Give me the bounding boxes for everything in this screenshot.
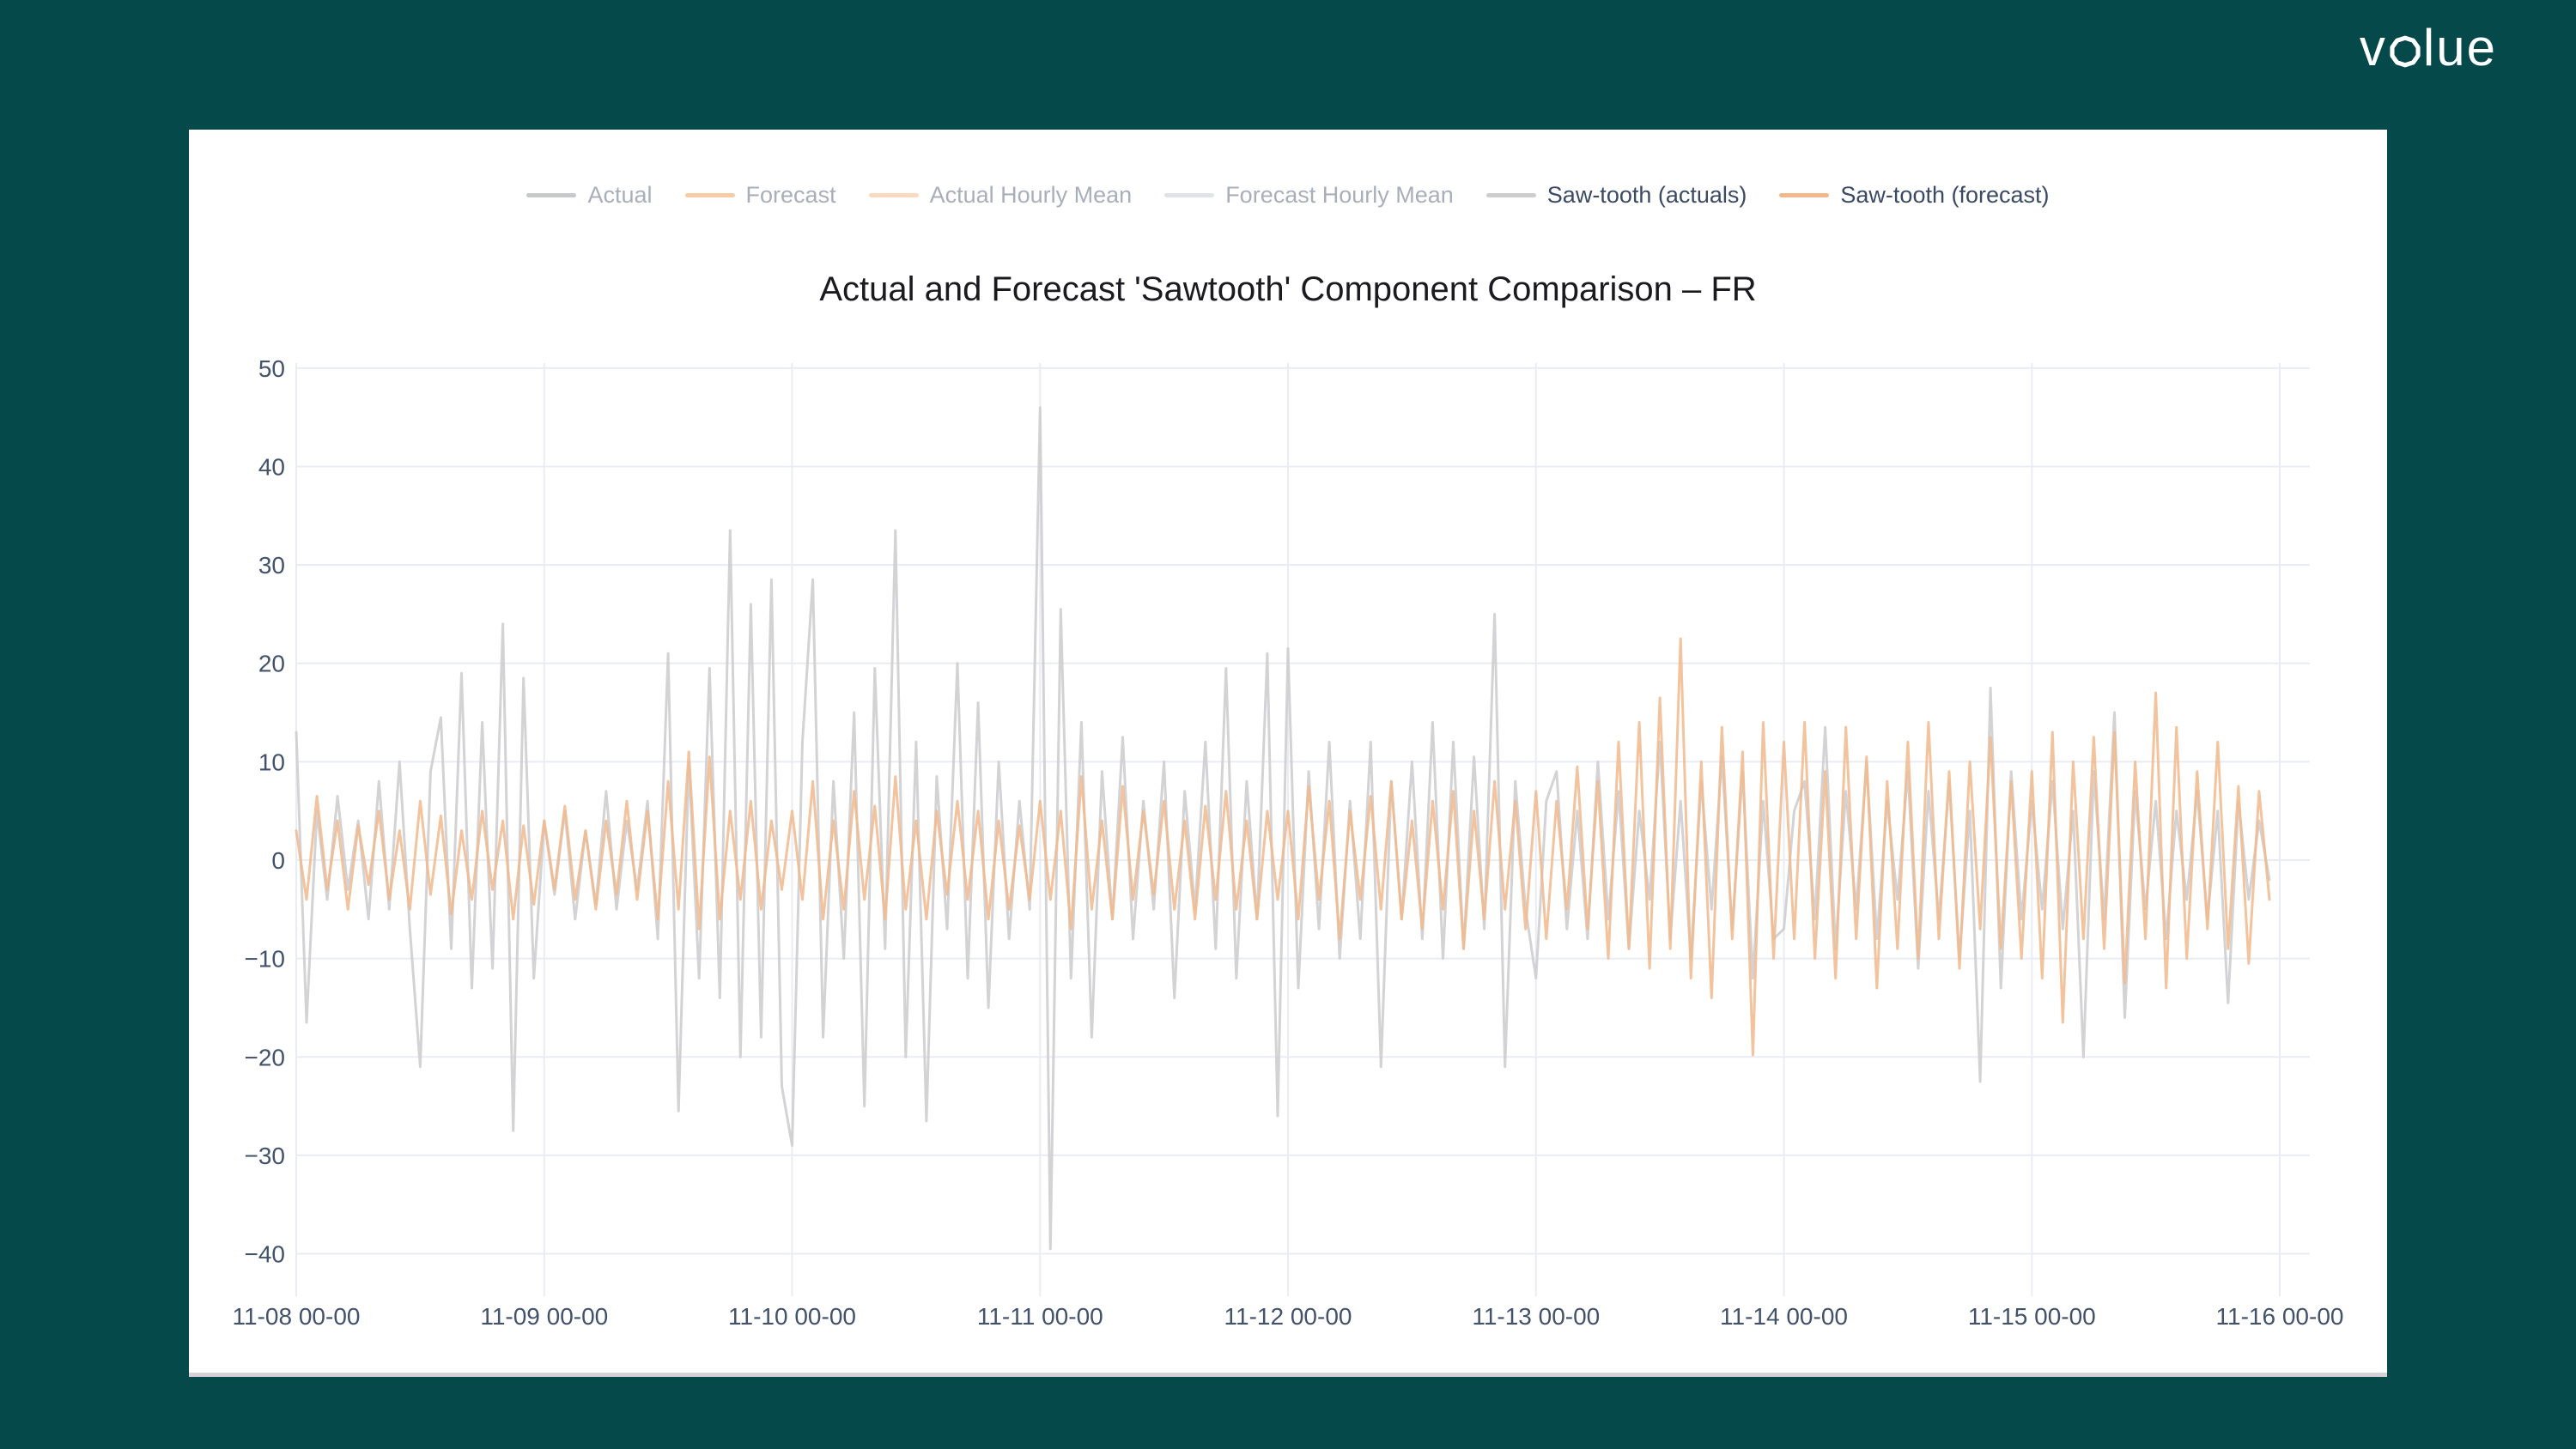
legend-label: Forecast Hourly Mean <box>1225 181 1454 209</box>
legend-label: Actual <box>587 181 652 209</box>
y-axis-tick-label: 50 <box>258 355 285 382</box>
y-axis-tick-label: 0 <box>271 847 285 874</box>
x-axis-tick-label: 11-14 00-00 <box>1720 1303 1848 1330</box>
legend-item-forecast[interactable]: Forecast <box>685 181 836 209</box>
series-line-saw-tooth-forecast <box>296 639 2269 1055</box>
plot-area[interactable]: 50 40 30 20 10 0 −10 −20 −30 −40 11-08 00-00 11-09 … <box>189 130 2387 1377</box>
chart-card: 50 40 30 20 10 0 −10 −20 −30 −40 11-08 00-00 11-09 … <box>189 130 2387 1377</box>
card-bottom-strip <box>189 1373 2387 1377</box>
x-axis-tick-label: 11-12 00-00 <box>1224 1303 1352 1330</box>
legend-swatch <box>685 193 735 197</box>
y-axis-tick-label: 10 <box>258 749 285 775</box>
x-axis-tick-label: 11-16 00-00 <box>2216 1303 2344 1330</box>
legend-label: Saw-tooth (actuals) <box>1547 181 1747 209</box>
legend-swatch <box>1486 193 1536 197</box>
y-axis-tick-label: 30 <box>258 552 285 579</box>
y-axis-tick-labels: 50 40 30 20 10 0 −10 −20 −30 −40 <box>245 355 286 1268</box>
x-axis-tick-label: 11-11 00-00 <box>977 1303 1103 1330</box>
x-axis-tick-label: 11-13 00-00 <box>1472 1303 1600 1330</box>
x-axis-tick-label: 11-15 00-00 <box>1968 1303 2096 1330</box>
legend-item-saw-tooth-forecast[interactable]: Saw-tooth (forecast) <box>1779 181 2049 209</box>
x-axis-tick-labels: 11-08 00-00 11-09 00-00 11-10 00-00 11-11 0… <box>233 1303 2344 1330</box>
x-axis-tick-label: 11-09 00-00 <box>480 1303 608 1330</box>
logo-text-v: v <box>2360 22 2387 74</box>
legend-item-actual-hourly-mean[interactable]: Actual Hourly Mean <box>869 181 1133 209</box>
y-axis-tick-label: −30 <box>245 1143 286 1169</box>
chart-title: Actual and Forecast 'Sawtooth' Component… <box>296 270 2280 309</box>
y-axis-tick-label: −40 <box>245 1241 286 1268</box>
y-axis-tick-label: −20 <box>245 1044 286 1070</box>
legend-swatch <box>526 193 576 197</box>
y-axis-tick-label: 40 <box>258 454 285 481</box>
volue-logo: vlue <box>2360 22 2497 74</box>
y-axis-tick-label: −10 <box>245 946 286 973</box>
x-axis-tick-label: 11-08 00-00 <box>233 1303 361 1330</box>
legend-swatch <box>1779 193 1829 197</box>
chart-legend: Actual Forecast Actual Hourly Mean Forecast… <box>189 181 2387 209</box>
series-lines <box>296 408 2269 1249</box>
page-background: vlue 50403020100−10−20−30−4011-08 00-001… <box>0 0 2576 1449</box>
x-axis-tick-label: 11-10 00-00 <box>728 1303 856 1330</box>
legend-item-saw-tooth-actuals[interactable]: Saw-tooth (actuals) <box>1486 181 1747 209</box>
legend-label: Saw-tooth (forecast) <box>1840 181 2049 209</box>
logo-o-icon <box>2389 35 2421 68</box>
legend-swatch <box>869 193 919 197</box>
y-axis-tick-label: 20 <box>258 651 285 677</box>
logo-text-lue: lue <box>2423 22 2497 74</box>
legend-label: Actual Hourly Mean <box>930 181 1133 209</box>
legend-label: Forecast <box>746 181 836 209</box>
legend-swatch <box>1164 193 1214 197</box>
legend-item-actual[interactable]: Actual <box>526 181 652 209</box>
legend-item-forecast-hourly-mean[interactable]: Forecast Hourly Mean <box>1164 181 1454 209</box>
